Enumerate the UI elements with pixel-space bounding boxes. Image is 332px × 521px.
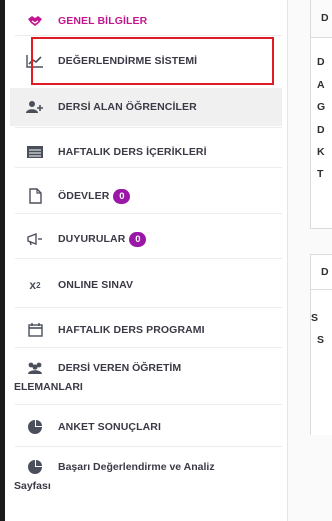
menu-item-label: HAFTALIK DERS İÇERİKLERİ: [58, 146, 207, 158]
users-icon: [24, 362, 46, 375]
calendar-icon: [24, 321, 46, 339]
handshake-icon: [24, 12, 46, 30]
menu-item-label: ÖDEVLER: [58, 190, 110, 202]
menu-item-label: DUYURULAR: [58, 233, 126, 245]
divider: [15, 35, 282, 36]
secondary-panel: D S S: [310, 254, 332, 435]
menu-item-label: HAFTALIK DERS PROGRAMI: [58, 324, 205, 336]
panel-row: D: [317, 124, 325, 136]
add-user-icon: [24, 98, 46, 116]
panel-title: D: [321, 12, 329, 24]
menu-item-label-line2: ELEMANLARI: [14, 381, 83, 393]
panel-row: K: [317, 146, 325, 158]
menu-item-label: DERSİ ALAN ÖĞRENCİLER: [58, 101, 197, 113]
menu-item-label: ONLINE SINAV: [58, 279, 134, 291]
menu-item-genel-bilgiler[interactable]: GENEL BİLGİLER: [10, 8, 282, 34]
divider: [15, 307, 282, 308]
menu-item-haftalik-ders-programi[interactable]: HAFTALIK DERS PROGRAMI: [10, 317, 282, 343]
pie-chart-icon: [24, 460, 46, 474]
list-icon: [24, 143, 46, 161]
panel-row: S: [317, 334, 325, 346]
panel-row: G: [317, 101, 326, 113]
highlight-annotation-box: [31, 37, 274, 85]
panel-header: D: [311, 0, 332, 38]
divider: [15, 347, 282, 348]
panel-header: D: [311, 255, 332, 290]
bullhorn-icon: [24, 230, 46, 248]
panel-row: T: [317, 168, 324, 180]
superscript-icon: x2: [29, 278, 41, 292]
duyurular-count-badge: 0: [129, 231, 147, 247]
panel-row: A: [317, 79, 325, 91]
menu-item-label-line1: DERSİ VEREN ÖĞRETİM: [58, 362, 182, 374]
menu-item-label-line1: Başarı Değerlendirme ve Analiz: [58, 461, 215, 473]
file-icon: [24, 187, 46, 205]
menu-item-label: ANKET SONUÇLARI: [58, 421, 161, 433]
panel-row: S: [311, 312, 319, 324]
menu-item-haftalik-ders-icerikleri[interactable]: HAFTALIK DERS İÇERİKLERİ: [10, 138, 282, 166]
panel-title: D: [321, 266, 329, 278]
divider: [15, 213, 282, 214]
divider: [15, 446, 282, 447]
pie-chart-icon: [24, 418, 46, 436]
odevler-count-badge: 0: [113, 188, 131, 204]
menu-item-dersi-alan-ogrenciler[interactable]: DERSİ ALAN ÖĞRENCİLER: [10, 88, 282, 126]
menu-item-dersi-veren-ogretim-elemanlari[interactable]: DERSİ VEREN ÖĞRETİM ELEMANLARI: [10, 358, 282, 398]
menu-item-online-sinav[interactable]: x2 ONLINE SINAV: [10, 265, 282, 305]
info-panel: D D A G D K T: [310, 0, 332, 229]
divider: [15, 167, 282, 168]
menu-item-basari-degerlendirme-analiz[interactable]: Başarı Değerlendirme ve Analiz Sayfası: [10, 457, 282, 497]
panel-row: D: [317, 56, 325, 68]
divider: [15, 258, 282, 259]
menu-item-odevler[interactable]: ÖDEVLER 0: [10, 181, 282, 211]
divider: [15, 404, 282, 405]
menu-item-label: GENEL BİLGİLER: [58, 15, 148, 27]
menu-item-anket-sonuclari[interactable]: ANKET SONUÇLARI: [10, 414, 282, 440]
menu-item-label-line2: Sayfası: [14, 480, 51, 492]
menu-item-duyurular[interactable]: DUYURULAR 0: [10, 222, 282, 256]
divider: [15, 127, 282, 128]
